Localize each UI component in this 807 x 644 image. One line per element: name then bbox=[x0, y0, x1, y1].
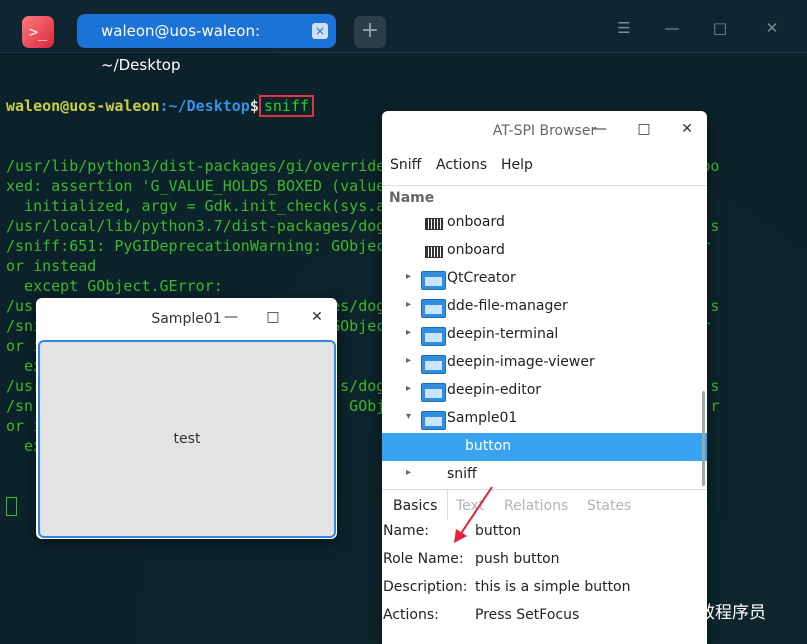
folder-icon bbox=[421, 271, 446, 290]
tree-row[interactable]: ▸ sniff bbox=[382, 461, 707, 489]
tree-row-label: QtCreator bbox=[447, 270, 516, 286]
annotation-arrow-icon bbox=[454, 486, 493, 543]
add-tab-button[interactable]: + bbox=[354, 16, 386, 48]
close-button[interactable]: ✕ bbox=[762, 19, 782, 37]
expander-arrow-icon[interactable]: ▸ bbox=[406, 271, 416, 282]
tree-row-label: onboard bbox=[447, 242, 505, 258]
folder-icon bbox=[421, 355, 446, 374]
minimize-button[interactable]: — bbox=[662, 19, 682, 37]
tree-scrollbar[interactable] bbox=[702, 391, 705, 486]
close-button[interactable]: ✕ bbox=[307, 309, 327, 325]
tree-row[interactable]: onboard bbox=[382, 237, 707, 265]
wechat-icon bbox=[646, 601, 674, 620]
menu-sniff[interactable]: Sniff bbox=[390, 157, 421, 173]
expander-arrow-icon[interactable]: ▸ bbox=[406, 383, 416, 394]
expander-arrow-icon[interactable]: ▸ bbox=[406, 327, 416, 338]
property-row: Description: this is a simple button bbox=[383, 579, 631, 595]
tab-states[interactable]: States bbox=[587, 498, 631, 514]
property-tabs: Basics Text Relations States bbox=[382, 489, 707, 521]
tree-row-label: deepin-image-viewer bbox=[447, 354, 595, 370]
tree-row[interactable]: button bbox=[382, 433, 707, 461]
tree-row[interactable]: onboard bbox=[382, 209, 707, 237]
sample-window-title: Sample01 bbox=[151, 311, 222, 327]
expander-arrow-icon[interactable]: ▸ bbox=[406, 355, 416, 366]
tree-row-label: button bbox=[465, 438, 512, 454]
tree-row[interactable]: ▸ dde-file-manager bbox=[382, 293, 707, 321]
terminal-app-icon: >_ bbox=[22, 16, 54, 48]
terminal-tab[interactable]: waleon@uos-waleon: ~/Desktop × bbox=[77, 14, 336, 74]
maximize-button[interactable]: □ bbox=[263, 309, 283, 325]
terminal-titlebar: >_ waleon@uos-waleon: ~/Desktop × + ☰ — … bbox=[0, 0, 807, 74]
folder-icon bbox=[421, 327, 446, 346]
property-row: Role Name: push button bbox=[383, 551, 560, 567]
maximize-button[interactable]: □ bbox=[710, 19, 730, 37]
column-header-name[interactable]: Name bbox=[382, 185, 707, 210]
keyboard-icon bbox=[425, 218, 443, 230]
close-button[interactable]: ✕ bbox=[677, 121, 697, 137]
watermark-text: 高效程序员 bbox=[681, 603, 766, 623]
keyboard-icon bbox=[425, 246, 443, 258]
tree-row-label: deepin-terminal bbox=[447, 326, 559, 342]
folder-icon bbox=[421, 411, 446, 430]
accessibility-tree[interactable]: onboard onboard ▸ QtCreator ▸ dde-file-manage… bbox=[382, 209, 707, 486]
tree-row[interactable]: ▸ deepin-editor bbox=[382, 377, 707, 405]
expander-arrow-icon[interactable]: ▾ bbox=[406, 411, 416, 422]
tree-row-label: dde-file-manager bbox=[447, 298, 568, 314]
tree-row[interactable]: ▸ deepin-image-viewer bbox=[382, 349, 707, 377]
tree-row-label: Sample01 bbox=[447, 410, 518, 426]
tree-row[interactable]: ▸ QtCreator bbox=[382, 265, 707, 293]
sample-window: Sample01 — □ ✕ test bbox=[36, 298, 337, 539]
tree-row-label: sniff bbox=[447, 466, 477, 482]
tab-close-icon[interactable]: × bbox=[312, 23, 328, 39]
property-row: Name: button bbox=[383, 523, 522, 539]
command-highlight: sniff bbox=[258, 95, 315, 117]
test-button[interactable]: test bbox=[38, 340, 336, 538]
tree-row-label: deepin-editor bbox=[447, 382, 542, 398]
terminal-cursor bbox=[6, 497, 17, 516]
tree-row[interactable]: ▸ deepin-terminal bbox=[382, 321, 707, 349]
expander-arrow-icon[interactable]: ▸ bbox=[406, 467, 416, 478]
minimize-button[interactable]: — bbox=[590, 121, 610, 137]
tree-row-label: onboard bbox=[447, 214, 505, 230]
menu-actions[interactable]: Actions bbox=[436, 157, 487, 173]
minimize-button[interactable]: — bbox=[221, 309, 241, 325]
atspi-window-title: AT-SPI Browser bbox=[492, 123, 597, 139]
menu-icon[interactable]: ☰ bbox=[614, 19, 634, 37]
folder-icon bbox=[421, 299, 446, 318]
atspi-browser-window: AT-SPI Browser — □ ✕ Sniff Actions Help … bbox=[382, 111, 707, 644]
expander-arrow-icon[interactable]: ▸ bbox=[406, 299, 416, 310]
tab-basics[interactable]: Basics bbox=[393, 498, 437, 514]
maximize-button[interactable]: □ bbox=[634, 121, 654, 137]
menu-help[interactable]: Help bbox=[501, 157, 533, 173]
folder-icon bbox=[421, 383, 446, 402]
tree-row[interactable]: ▾ Sample01 bbox=[382, 405, 707, 433]
